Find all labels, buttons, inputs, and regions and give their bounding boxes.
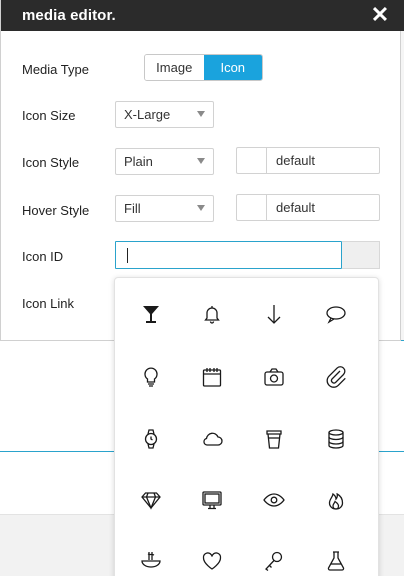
hover-style-color-value: default xyxy=(276,200,316,215)
paperclip-icon[interactable] xyxy=(321,362,351,392)
color-swatch[interactable] xyxy=(237,195,267,220)
icon-link-label: Icon Link xyxy=(22,296,75,311)
speech-bubble-icon[interactable] xyxy=(321,299,351,329)
heart-icon[interactable] xyxy=(197,546,227,576)
icon-size-select[interactable]: X-Large xyxy=(115,101,214,128)
hover-style-label: Hover Style xyxy=(22,203,90,218)
hover-style-value: Fill xyxy=(124,201,141,216)
key-icon[interactable] xyxy=(259,546,289,576)
coffee-cup-icon[interactable] xyxy=(259,424,289,454)
lightbulb-icon[interactable] xyxy=(136,362,166,392)
chevron-down-icon xyxy=(197,111,205,117)
watch-icon[interactable] xyxy=(136,424,166,454)
cloud-icon[interactable] xyxy=(197,424,227,454)
media-type-label: Media Type xyxy=(22,62,89,77)
chevron-down-icon xyxy=(197,158,205,164)
noodle-bowl-icon[interactable] xyxy=(136,546,166,576)
media-type-icon-button[interactable]: Icon xyxy=(203,55,262,80)
dialog-title: media editor. xyxy=(22,7,116,24)
calendar-icon[interactable] xyxy=(197,362,227,392)
flask-icon[interactable] xyxy=(321,546,351,576)
icon-picker-dropdown xyxy=(114,277,379,576)
color-swatch[interactable] xyxy=(237,148,267,173)
hover-style-select[interactable]: Fill xyxy=(115,195,214,222)
icon-style-color-value: default xyxy=(276,153,316,168)
icon-id-label: Icon ID xyxy=(22,249,64,264)
text-cursor xyxy=(127,248,128,263)
camera-icon[interactable] xyxy=(259,362,289,392)
bell-icon[interactable] xyxy=(197,299,227,329)
icon-size-value: X-Large xyxy=(124,107,171,122)
database-icon[interactable] xyxy=(321,424,351,454)
icon-style-label: Icon Style xyxy=(22,155,80,170)
close-icon[interactable]: ✕ xyxy=(369,3,391,27)
cocktail-glass-icon[interactable] xyxy=(136,299,166,329)
icon-style-color-picker[interactable]: default xyxy=(236,147,380,174)
media-type-toggle: Image Icon xyxy=(144,54,263,81)
chevron-down-icon xyxy=(197,205,205,211)
icon-id-preview xyxy=(342,241,380,269)
diamond-icon[interactable] xyxy=(136,485,166,515)
monitor-icon[interactable] xyxy=(197,485,227,515)
dialog-titlebar: media editor. ✕ xyxy=(1,0,404,31)
hover-style-color-picker[interactable]: default xyxy=(236,194,380,221)
icon-size-label: Icon Size xyxy=(22,108,76,123)
icon-id-input[interactable] xyxy=(115,241,342,269)
icon-style-select[interactable]: Plain xyxy=(115,148,214,175)
media-type-image-button[interactable]: Image xyxy=(145,55,204,80)
flame-icon[interactable] xyxy=(321,485,351,515)
eye-icon[interactable] xyxy=(259,485,289,515)
icon-style-value: Plain xyxy=(124,154,153,169)
arrow-down-icon[interactable] xyxy=(259,299,289,329)
